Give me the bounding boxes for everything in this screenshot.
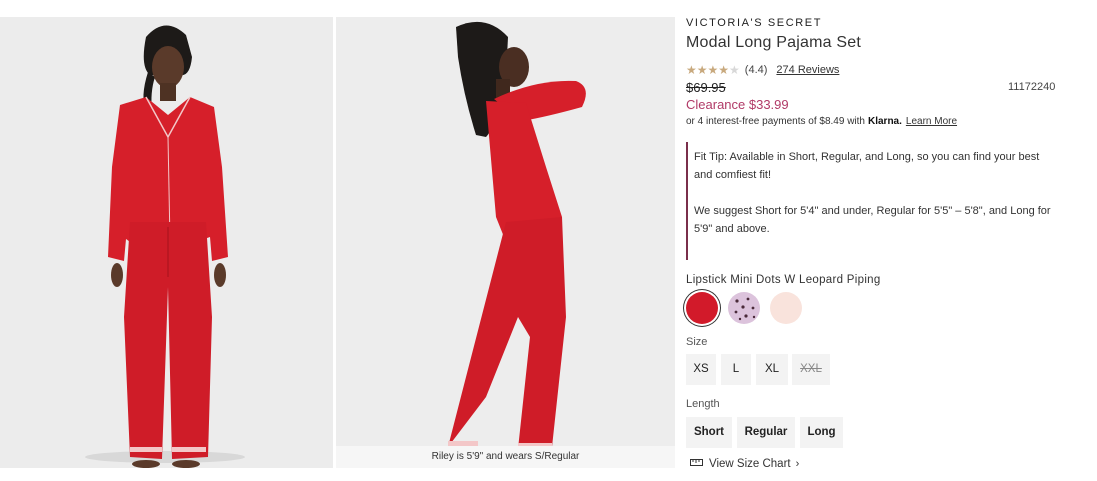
klarna-text: or 4 interest-free payments of $8.49 wit… [686,116,865,127]
chevron-right-icon: › [795,457,800,470]
length-label: Length [686,398,720,410]
size-option-xs[interactable]: XS [686,354,716,385]
star-rating-icon: ★★★★★ [686,63,740,77]
klarna-installments: or 4 interest-free payments of $8.49 wit… [686,116,957,127]
color-swatch-lipstick[interactable] [686,292,718,324]
length-option-regular[interactable]: Regular [737,417,795,448]
rating-value: (4.4) [744,64,768,76]
size-option-l[interactable]: L [721,354,751,385]
klarna-logo: Klarna. [867,116,902,127]
photo-caption: Riley is 5'9" and wears S/Regular [336,446,675,468]
reviews-link[interactable]: 274 Reviews [776,64,839,76]
fit-tip-text: Fit Tip: Available in Short, Regular, an… [694,151,1040,181]
length-option-long[interactable]: Long [800,417,843,448]
product-photo-side[interactable]: Riley is 5'9" and wears S/Regular [336,17,675,468]
clearance-price: Clearance $33.99 [686,97,789,112]
leopard-pattern-icon [734,297,756,321]
size-option-xxl[interactable]: XXL [792,354,830,385]
fit-tip-suggestion: We suggest Short for 5'4" and under, Reg… [694,205,1051,235]
product-sku: 11172240 [1008,81,1056,93]
klarna-learn-more-link[interactable]: Learn More [906,116,957,127]
length-option-short[interactable]: Short [686,417,732,448]
brand-name: VICTORIA'S SECRET [686,17,823,29]
view-size-chart-link[interactable]: View Size Chart › [690,457,799,470]
view-size-chart-label: View Size Chart [709,457,791,470]
product-photo-front[interactable] [0,17,333,468]
model-front-illustration [85,25,245,468]
ruler-icon [690,457,703,470]
selected-color-name: Lipstick Mini Dots W Leopard Piping [686,274,881,286]
color-swatch-blush[interactable] [770,292,802,324]
color-swatch-leopard-lilac[interactable] [728,292,760,324]
fit-tip-box: Fit Tip: Available in Short, Regular, an… [686,142,1056,260]
original-price: $69.95 [686,80,726,95]
size-option-xl[interactable]: XL [756,354,788,385]
model-side-illustration [421,21,641,463]
size-label: Size [686,336,708,348]
product-title: Modal Long Pajama Set [686,34,861,51]
rating-row: ★★★★★ (4.4) 274 Reviews [686,63,839,77]
